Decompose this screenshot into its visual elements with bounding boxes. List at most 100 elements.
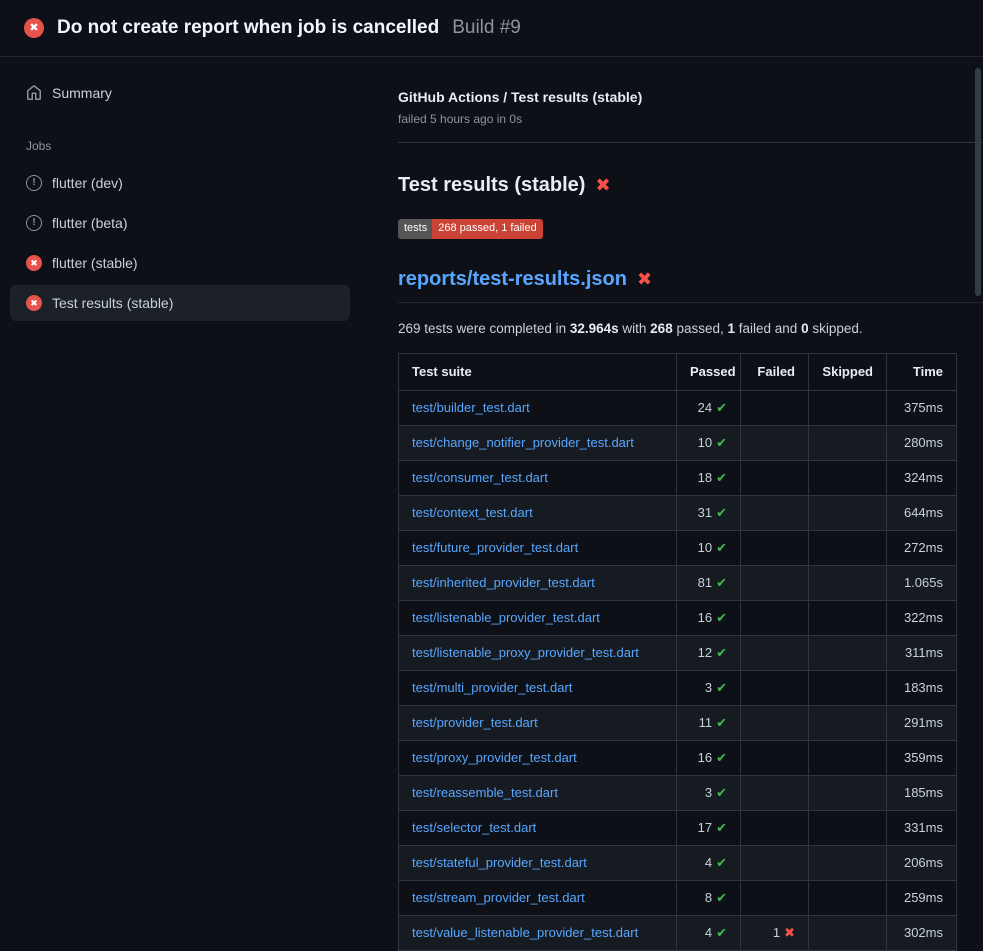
summary-line: 269 tests were completed in 32.964s with… — [398, 319, 983, 339]
suite-link[interactable]: test/context_test.dart — [412, 505, 533, 520]
suite-link[interactable]: test/consumer_test.dart — [412, 470, 548, 485]
suite-link[interactable]: test/provider_test.dart — [412, 715, 538, 730]
table-row: test/listenable_proxy_provider_test.dart… — [399, 636, 957, 671]
passed-count: 10 — [698, 435, 712, 450]
section-title-text: Test results (stable) — [398, 171, 585, 199]
passed-count: 10 — [698, 540, 712, 555]
suite-link[interactable]: test/future_provider_test.dart — [412, 540, 578, 555]
summary-passed: 268 — [650, 321, 673, 336]
time-cell: 302ms — [887, 916, 957, 951]
check-icon: ✔ — [716, 610, 727, 625]
check-icon: ✔ — [716, 925, 727, 940]
skipped-cell — [809, 881, 887, 916]
check-icon: ✔ — [716, 785, 727, 800]
passed-count: 18 — [698, 470, 712, 485]
results-table-body: test/builder_test.dart 24✔ ✖ 375ms test/… — [399, 391, 957, 951]
passed-count: 31 — [698, 505, 712, 520]
skipped-cell — [809, 461, 887, 496]
table-row: test/proxy_provider_test.dart 16✔ ✖ 359m… — [399, 741, 957, 776]
passed-count: 24 — [698, 400, 712, 415]
x-icon: ✖ — [637, 265, 652, 293]
skipped-cell — [809, 741, 887, 776]
skipped-cell — [809, 776, 887, 811]
table-row: test/change_notifier_provider_test.dart … — [399, 426, 957, 461]
suite-link[interactable]: test/selector_test.dart — [412, 820, 536, 835]
suite-link[interactable]: test/listenable_provider_test.dart — [412, 610, 600, 625]
table-row: test/stateful_provider_test.dart 4✔ ✖ 20… — [399, 846, 957, 881]
skipped-cell — [809, 531, 887, 566]
report-title: reports/test-results.json ✖ — [398, 265, 983, 303]
table-row: test/context_test.dart 31✔ ✖ 644ms — [399, 496, 957, 531]
suite-link[interactable]: test/value_listenable_provider_test.dart — [412, 925, 638, 940]
sidebar-item-flutter-stable[interactable]: ✖ flutter (stable) — [10, 245, 350, 281]
table-row: test/multi_provider_test.dart 3✔ ✖ 183ms — [399, 671, 957, 706]
table-row: test/value_listenable_provider_test.dart… — [399, 916, 957, 951]
sidebar-item-label: Summary — [52, 85, 112, 101]
sidebar-item-test-results-stable[interactable]: ✖ Test results (stable) — [10, 285, 350, 321]
sidebar-item-flutter-dev[interactable]: ! flutter (dev) — [10, 165, 350, 201]
check-icon: ✔ — [716, 855, 727, 870]
badge-value: 268 passed, 1 failed — [432, 219, 542, 239]
suite-link[interactable]: test/reassemble_test.dart — [412, 785, 558, 800]
suite-link[interactable]: test/builder_test.dart — [412, 400, 530, 415]
scrollbar-thumb[interactable] — [975, 68, 981, 296]
status-line: failed 5 hours ago in 0s — [398, 111, 983, 128]
col-header-skipped: Skipped — [809, 354, 887, 391]
time-cell: 359ms — [887, 741, 957, 776]
suite-link[interactable]: test/inherited_provider_test.dart — [412, 575, 595, 590]
check-icon: ✔ — [716, 680, 727, 695]
summary-failed: 1 — [728, 321, 736, 336]
table-row: test/selector_test.dart 17✔ ✖ 331ms — [399, 811, 957, 846]
passed-count: 16 — [698, 750, 712, 765]
skipped-cell — [809, 916, 887, 951]
time-cell: 324ms — [887, 461, 957, 496]
time-cell: 311ms — [887, 636, 957, 671]
badge-label: tests — [398, 219, 432, 239]
x-circle-icon: ✖ — [26, 255, 42, 271]
table-header-row: Test suite Passed Failed Skipped Time — [399, 354, 957, 391]
sidebar-item-flutter-beta[interactable]: ! flutter (beta) — [10, 205, 350, 241]
skipped-cell — [809, 426, 887, 461]
suite-link[interactable]: test/multi_provider_test.dart — [412, 680, 572, 695]
x-icon: ✖ — [595, 171, 610, 199]
col-header-passed: Passed — [677, 354, 741, 391]
check-icon: ✔ — [716, 575, 727, 590]
tests-badge: tests 268 passed, 1 failed — [398, 219, 543, 239]
time-cell: 259ms — [887, 881, 957, 916]
table-row: test/consumer_test.dart 18✔ ✖ 324ms — [399, 461, 957, 496]
suite-link[interactable]: test/stream_provider_test.dart — [412, 890, 585, 905]
skipped-cell — [809, 706, 887, 741]
report-file-link[interactable]: reports/test-results.json — [398, 265, 627, 293]
sidebar-item-summary[interactable]: Summary — [10, 75, 350, 111]
check-icon: ✔ — [716, 400, 727, 415]
skipped-cell — [809, 566, 887, 601]
table-row: test/stream_provider_test.dart 8✔ ✖ 259m… — [399, 881, 957, 916]
col-header-time: Time — [887, 354, 957, 391]
page-title: Do not create report when job is cancell… — [57, 14, 439, 42]
check-icon: ✔ — [716, 820, 727, 835]
table-row: test/listenable_provider_test.dart 16✔ ✖… — [399, 601, 957, 636]
passed-count: 81 — [698, 575, 712, 590]
suite-link[interactable]: test/change_notifier_provider_test.dart — [412, 435, 634, 450]
passed-count: 3 — [705, 785, 712, 800]
check-icon: ✔ — [716, 750, 727, 765]
section-title: Test results (stable) ✖ — [398, 171, 983, 199]
passed-count: 3 — [705, 680, 712, 695]
skipped-cell — [809, 391, 887, 426]
check-icon: ✔ — [716, 435, 727, 450]
time-cell: 280ms — [887, 426, 957, 461]
exclamation-circle-icon: ! — [26, 175, 42, 191]
suite-link[interactable]: test/stateful_provider_test.dart — [412, 855, 587, 870]
home-icon — [26, 85, 42, 101]
time-cell: 206ms — [887, 846, 957, 881]
suite-link[interactable]: test/listenable_proxy_provider_test.dart — [412, 645, 639, 660]
col-header-test-suite: Test suite — [399, 354, 677, 391]
skipped-cell — [809, 601, 887, 636]
failed-x-circle-icon: ✖ — [24, 18, 44, 38]
main-content: GitHub Actions / Test results (stable) f… — [360, 57, 983, 950]
suite-link[interactable]: test/proxy_provider_test.dart — [412, 750, 577, 765]
sidebar-item-label: flutter (beta) — [52, 215, 127, 231]
check-icon: ✔ — [716, 715, 727, 730]
summary-skipped: 0 — [801, 321, 809, 336]
skipped-cell — [809, 811, 887, 846]
